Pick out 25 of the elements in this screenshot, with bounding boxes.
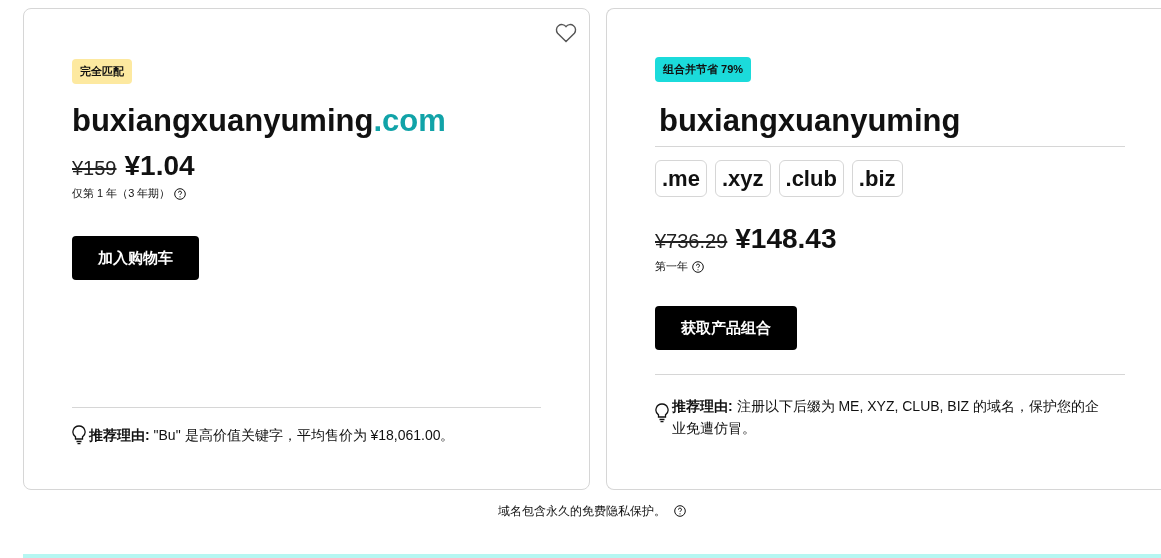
- tld-chip[interactable]: .club: [778, 160, 844, 198]
- tld-chip[interactable]: .me: [655, 160, 707, 198]
- match-badge: 组合并节省 79%: [655, 57, 752, 82]
- tld-chip[interactable]: .xyz: [714, 160, 771, 198]
- recommendation-text: 推荐理由: 注册以下后缀为 ME, XYZ, CLUB, BIZ 的域名，保护您的企业免遭仿冒。: [672, 396, 1101, 439]
- original-price: ¥159: [72, 156, 117, 182]
- help-icon[interactable]: [692, 260, 704, 273]
- match-badge: 完全匹配: [72, 59, 132, 84]
- heart-icon[interactable]: [555, 23, 577, 43]
- recommendation-text: 推荐理由: "Bu" 是高价值关键字，平均售价为 ¥18,061.00。: [89, 425, 455, 445]
- sale-price: ¥1.04: [124, 149, 195, 184]
- lightbulb-icon: [72, 424, 86, 445]
- privacy-note: 域名包含永久的免费隐私保护。: [498, 503, 666, 520]
- add-to-cart-button[interactable]: 加入购物车: [72, 235, 199, 280]
- sale-price: ¥148.43: [735, 222, 837, 257]
- bundle-button[interactable]: 获取产品组合: [655, 305, 797, 350]
- price-term: 第一年: [655, 259, 688, 275]
- help-icon[interactable]: [674, 505, 686, 517]
- price-term: 仅第 1 年（3 年期）: [72, 186, 171, 202]
- original-price: ¥736.29: [655, 229, 728, 255]
- lightbulb-icon: [655, 402, 669, 423]
- domain-name: buxiangxuanyuming: [659, 102, 961, 138]
- tld-chip[interactable]: .biz: [851, 160, 903, 198]
- domain-name: buxiangxuanyuming.com: [72, 102, 446, 138]
- help-icon[interactable]: [174, 187, 187, 200]
